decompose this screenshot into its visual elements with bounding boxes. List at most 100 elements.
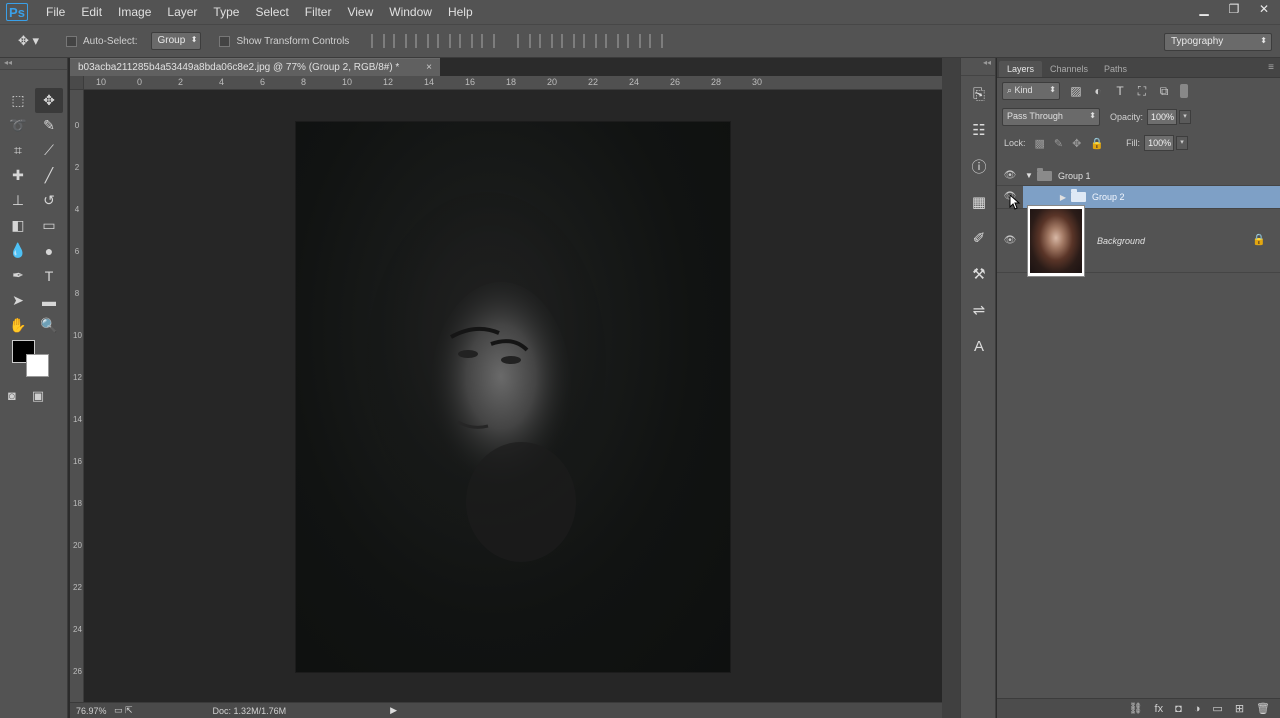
filter-pixel-icon[interactable]: ▨ (1070, 84, 1082, 98)
close-button[interactable]: ✕ (1256, 2, 1272, 16)
image-canvas[interactable] (296, 122, 730, 672)
eyedropper-tool-icon[interactable]: ⟋ (35, 138, 63, 163)
type-tool-icon[interactable]: T (35, 263, 63, 288)
menu-type[interactable]: Type (205, 0, 247, 24)
lock-image-icon[interactable]: ✎ (1054, 137, 1063, 150)
menu-file[interactable]: File (38, 0, 73, 24)
collapse-caret-icon[interactable]: ▶ (1057, 193, 1069, 202)
distribute-right-icon[interactable] (627, 34, 642, 48)
menu-layer[interactable]: Layer (159, 0, 205, 24)
adjustments-panel-icon[interactable]: ⇌ (961, 292, 997, 328)
dodge-tool-icon[interactable]: ● (35, 238, 63, 263)
align-vcenter-icon[interactable] (393, 34, 408, 48)
new-layer-icon[interactable]: ⊞ (1235, 702, 1244, 715)
marquee-tool-icon[interactable]: ⬚ (4, 88, 32, 113)
screen-mode-icon[interactable]: ▣ (32, 388, 44, 404)
menu-filter[interactable]: Filter (297, 0, 340, 24)
history-brush-icon[interactable]: ↺ (35, 188, 63, 213)
filter-toggle[interactable] (1180, 84, 1188, 98)
tab-paths[interactable]: Paths (1096, 61, 1135, 77)
filter-smart-object-icon[interactable]: ⧉ (1158, 84, 1170, 99)
auto-align-icon[interactable] (649, 34, 664, 48)
menu-select[interactable]: Select (247, 0, 296, 24)
quick-select-tool-icon[interactable]: ✎ (35, 113, 63, 138)
crop-tool-icon[interactable]: ⌗ (4, 138, 32, 163)
align-hcenter-icon[interactable] (459, 34, 474, 48)
new-adjustment-icon[interactable]: ◑ (1194, 703, 1201, 715)
new-group-icon[interactable]: ▭ (1212, 702, 1222, 715)
hand-tool-icon[interactable]: ✋ (4, 313, 32, 338)
eraser-tool-icon[interactable]: ◧ (4, 213, 32, 238)
opacity-slider-toggle[interactable]: ▾ (1179, 110, 1192, 124)
align-right-icon[interactable] (481, 34, 496, 48)
show-transform-checkbox[interactable] (219, 35, 231, 47)
menu-edit[interactable]: Edit (73, 0, 110, 24)
filter-adjustment-icon[interactable]: ◐ (1092, 84, 1104, 98)
align-left-icon[interactable] (437, 34, 452, 48)
align-bottom-icon[interactable] (415, 34, 430, 48)
status-menu-arrow[interactable]: ▶ (390, 705, 397, 716)
distribute-bottom-icon[interactable] (561, 34, 576, 48)
move-tool-icon[interactable]: ✥ (35, 88, 63, 113)
strip-collapse-handle[interactable]: ◂◂ (961, 58, 995, 76)
minimize-button[interactable]: ▁ (1196, 2, 1212, 16)
restore-button[interactable]: ❐ (1226, 2, 1242, 16)
background-color-swatch[interactable] (26, 354, 49, 377)
workspace-switcher[interactable]: Typography (1164, 33, 1272, 51)
ruler-origin[interactable] (70, 76, 84, 90)
expand-caret-icon[interactable]: ▼ (1023, 171, 1035, 180)
layer-style-icon[interactable]: fx (1155, 703, 1164, 715)
filter-kind-dropdown[interactable]: ⌕ Kind (1002, 82, 1060, 100)
distribute-hcenter-icon[interactable] (605, 34, 620, 48)
zoom-tool-icon[interactable]: 🔍 (35, 313, 63, 338)
move-tool-icon[interactable]: ✥ ▾ (18, 33, 48, 49)
character-panel-icon[interactable]: A (961, 328, 997, 364)
fill-slider-toggle[interactable]: ▾ (1176, 136, 1189, 150)
menu-image[interactable]: Image (110, 0, 159, 24)
distribute-top-icon[interactable] (517, 34, 532, 48)
add-mask-icon[interactable]: ◘ (1175, 703, 1182, 715)
filter-shape-icon[interactable]: ⛶ (1136, 84, 1148, 99)
vertical-ruler[interactable]: 0 2 4 6 8 10 12 14 16 18 20 22 24 26 (70, 76, 84, 702)
lock-all-icon[interactable]: 🔒 (1090, 137, 1104, 150)
opacity-field[interactable]: 100% (1147, 109, 1178, 125)
zoom-level[interactable]: 76.97% (76, 706, 114, 716)
distribute-left-icon[interactable] (583, 34, 598, 48)
gradient-tool-icon[interactable]: ▭ (35, 213, 63, 238)
healing-brush-icon[interactable]: ✚ (4, 163, 32, 188)
shape-tool-icon[interactable]: ▬ (35, 288, 63, 313)
blend-mode-dropdown[interactable]: Pass Through (1002, 108, 1100, 126)
menu-window[interactable]: Window (381, 0, 440, 24)
status-share-icon[interactable]: ▭ ⇱ (114, 705, 133, 716)
fill-field[interactable]: 100% (1144, 135, 1175, 151)
properties-panel-icon[interactable]: ☷ (961, 112, 997, 148)
brush-presets-icon[interactable]: ✐ (961, 220, 997, 256)
panel-menu-icon[interactable]: ≡ (1268, 62, 1274, 73)
auto-select-checkbox[interactable] (66, 35, 77, 47)
brush-tool-icon[interactable]: ╱ (35, 163, 63, 188)
blur-tool-icon[interactable]: 💧 (4, 238, 32, 263)
filter-type-icon[interactable]: T (1114, 84, 1126, 98)
tab-channels[interactable]: Channels (1042, 61, 1096, 77)
tool-presets-icon[interactable]: ⚒ (961, 256, 997, 292)
visibility-eye-icon[interactable]: 👁 (997, 170, 1023, 181)
quick-mask-icon[interactable]: ◙ (8, 388, 16, 404)
visibility-eye-icon[interactable]: 👁 (997, 235, 1023, 246)
toolbox-collapse-handle[interactable]: ◂◂ (0, 58, 67, 70)
history-panel-icon[interactable]: ⎘ (961, 76, 997, 112)
path-select-icon[interactable]: ➤ (4, 288, 32, 313)
lasso-tool-icon[interactable]: ➰ (4, 113, 32, 138)
pen-tool-icon[interactable]: ✒ (4, 263, 32, 288)
close-document-icon[interactable]: × (426, 59, 432, 76)
delete-layer-icon[interactable]: 🗑 (1256, 702, 1270, 715)
horizontal-ruler[interactable]: 10 0 2 4 6 8 10 12 14 16 18 20 22 24 26 28 30 (84, 76, 942, 90)
swatches-panel-icon[interactable]: ▦ (961, 184, 997, 220)
menu-help[interactable]: Help (440, 0, 481, 24)
menu-view[interactable]: View (339, 0, 381, 24)
align-top-icon[interactable] (371, 34, 386, 48)
clone-stamp-icon[interactable]: ⊥ (4, 188, 32, 213)
distribute-vcenter-icon[interactable] (539, 34, 554, 48)
lock-transparent-icon[interactable]: ▩ (1035, 137, 1045, 150)
document-tab[interactable]: b03acba211285b4a53449a8bda06c8e2.jpg @ 7… (70, 58, 440, 76)
tab-layers[interactable]: Layers (999, 61, 1043, 77)
